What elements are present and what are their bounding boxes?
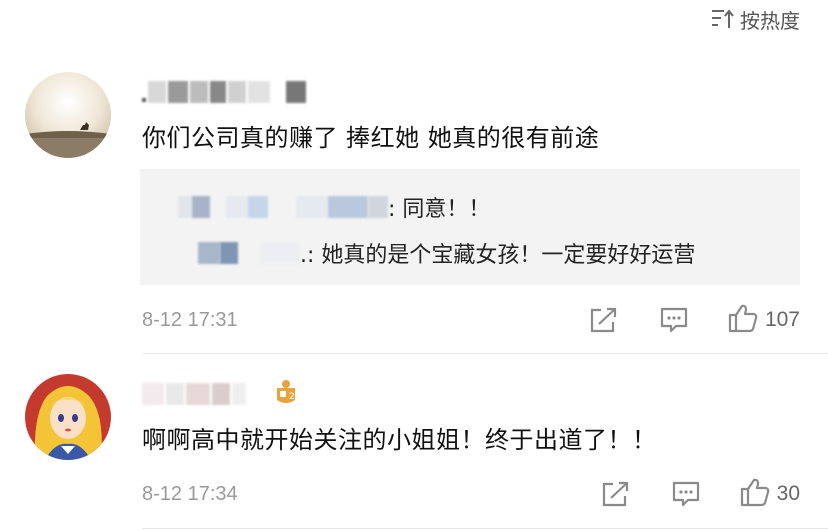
comment-icon[interactable]: [671, 480, 701, 508]
divider: [142, 353, 828, 354]
like-count: 30: [776, 482, 800, 505]
comment-text: 啊啊高中就开始关注的小姐姐！终于出道了！！: [142, 426, 657, 454]
username[interactable]: 2: [142, 380, 298, 408]
sort-icon: [710, 8, 734, 30]
sort-label: 按热度: [740, 8, 800, 33]
divider: [142, 528, 828, 529]
like-count: 107: [764, 308, 800, 331]
timestamp: 8-12 17:34: [142, 482, 238, 505]
reply-username[interactable]: [178, 192, 388, 222]
thumbs-up-icon: [739, 477, 771, 511]
svg-text:2: 2: [289, 392, 295, 402]
like-button[interactable]: 107: [727, 303, 800, 337]
comment-text: 你们公司真的赚了 捧红她 她真的很有前途: [142, 124, 600, 152]
comment-meta: 8-12 17:34 30: [142, 476, 800, 512]
replies-box[interactable]: : 同意！！ .: 她真的是个宝藏女孩！一定要好好运营: [140, 169, 800, 285]
reply-username[interactable]: [198, 238, 300, 268]
timestamp: 8-12 17:31: [142, 308, 238, 331]
member-badge-icon: 2: [274, 378, 298, 410]
thumbs-up-icon: [727, 303, 759, 337]
avatar[interactable]: [25, 72, 111, 158]
share-icon[interactable]: [589, 306, 619, 334]
reply-text: : 同意！！: [388, 197, 491, 222]
comment-icon[interactable]: [659, 306, 689, 334]
share-icon[interactable]: [601, 480, 631, 508]
like-button[interactable]: 30: [739, 477, 800, 511]
reply-text: .: 她真的是个宝藏女孩！一定要好好运营: [300, 243, 696, 268]
comment-meta: 8-12 17:31 107: [142, 302, 800, 338]
avatar[interactable]: [25, 374, 111, 460]
reply-item[interactable]: : 同意！！: [140, 189, 800, 225]
sort-by-hotness-button[interactable]: 按热度: [710, 6, 800, 33]
reply-item[interactable]: .: 她真的是个宝藏女孩！一定要好好运营: [140, 235, 800, 271]
username[interactable]: [142, 78, 306, 106]
